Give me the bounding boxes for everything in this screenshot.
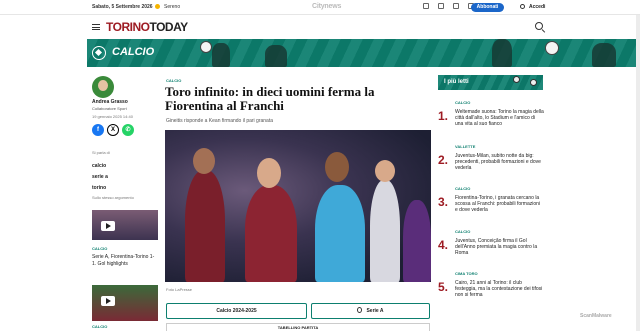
- league-button[interactable]: Serie A: [311, 303, 430, 319]
- player-silhouette: [212, 43, 230, 67]
- player-figure: [185, 170, 225, 282]
- weather-widget[interactable]: Sereno: [155, 4, 180, 10]
- player-silhouette: [592, 43, 616, 67]
- ball-image: [200, 41, 212, 53]
- author-role: Collaboratore Sport: [92, 106, 127, 111]
- rank-number: 1.: [438, 109, 449, 123]
- site-logo[interactable]: TORINOTODAY: [106, 20, 188, 34]
- photo-caption: Foto LaPresse: [166, 287, 193, 292]
- tag-serie-a[interactable]: serie a: [92, 172, 108, 183]
- rank-number: 4.: [438, 238, 449, 252]
- related-thumbnail[interactable]: [92, 285, 158, 321]
- video-play-icon: [101, 296, 115, 306]
- site-header: TORINOTODAY: [0, 15, 640, 39]
- logo-part2: TODAY: [149, 20, 188, 34]
- video-play-icon: [101, 221, 115, 231]
- ball-image: [530, 79, 537, 86]
- player-silhouette: [265, 45, 287, 67]
- player-figure: [370, 180, 400, 282]
- menu-icon[interactable]: [92, 24, 100, 30]
- trophy-icon: [357, 307, 363, 313]
- topics-heading: Si parla di: [92, 150, 110, 155]
- most-read-header: I più letti: [438, 75, 543, 90]
- item-title[interactable]: Fiorentina-Torino, i granata cercano la …: [455, 195, 544, 213]
- item-category: CALCIO: [455, 229, 471, 234]
- player-head: [375, 160, 395, 182]
- item-category: CALCIO: [455, 100, 471, 105]
- whatsapp-icon[interactable]: ✆: [122, 124, 134, 136]
- weather-label: Sereno: [164, 4, 181, 10]
- utility-bar: Sabato, 5 Settembre 2026 Sereno Citynews…: [0, 0, 640, 15]
- scrollbar[interactable]: [636, 15, 640, 331]
- subscribe-button[interactable]: Abbonati: [471, 3, 504, 12]
- author-avatar[interactable]: [92, 76, 114, 98]
- publish-date: 19 gennaio 2025 14:40: [92, 114, 133, 119]
- item-category: CALCIO: [455, 186, 471, 191]
- ball-image: [513, 76, 520, 83]
- ball-image: [545, 41, 559, 55]
- item-title[interactable]: Juventus-Milan, subito notte da big: pre…: [455, 153, 544, 171]
- player-figure: [315, 185, 365, 282]
- section-banner[interactable]: CALCIO: [87, 39, 636, 67]
- item-category: CIMA TORO: [455, 271, 478, 276]
- item-title[interactable]: Weltemade suona: Torino la magia della c…: [455, 109, 544, 127]
- item-title[interactable]: Juventus, Conceição firma il Gol dell'An…: [455, 238, 544, 256]
- search-icon[interactable]: [535, 22, 543, 30]
- current-date: Sabato, 5 Settembre 2026: [92, 4, 153, 10]
- competition-button[interactable]: Calcio 2024-2025: [166, 303, 307, 319]
- player-head: [325, 152, 349, 182]
- logo-part1: TORINO: [106, 20, 150, 34]
- football-icon: [92, 46, 106, 60]
- tag-torino[interactable]: torino: [92, 183, 108, 194]
- player-figure: [403, 200, 431, 282]
- share-buttons: f X ✆: [92, 124, 134, 136]
- author-name[interactable]: Andrea Grasso: [92, 99, 128, 105]
- tablet-icon[interactable]: [438, 3, 444, 9]
- league-label: Serie A: [366, 308, 384, 314]
- watermark: ScanMalware: [580, 313, 612, 319]
- related-heading: Sullo stesso argomento: [92, 195, 134, 200]
- desktop-icon[interactable]: [453, 3, 459, 9]
- tag-calcio[interactable]: calcio: [92, 161, 108, 172]
- rank-number: 2.: [438, 153, 449, 167]
- section-label: CALCIO: [112, 46, 155, 58]
- most-read-title: I più letti: [444, 79, 469, 85]
- player-silhouette: [492, 39, 512, 67]
- mobile-icon[interactable]: [423, 3, 429, 9]
- x-icon[interactable]: X: [107, 124, 119, 136]
- device-icons: [423, 3, 474, 9]
- facebook-icon[interactable]: f: [92, 124, 104, 136]
- article-subtitle: Gineitis risponde a Kean firmando il par…: [166, 118, 274, 124]
- related-item[interactable]: CALCIO: [92, 285, 158, 329]
- item-category: VALLETTE: [455, 144, 476, 149]
- article-title: Toro infinito: in dieci uomini ferma la …: [165, 84, 375, 113]
- player-head: [193, 148, 215, 174]
- related-category: CALCIO: [92, 324, 108, 329]
- related-item[interactable]: CALCIO Serie A, Fiorentina-Torino 1-1. G…: [92, 210, 158, 268]
- topic-tags: calcio serie a torino: [92, 161, 108, 194]
- related-category: CALCIO: [92, 246, 108, 251]
- player-figure: [245, 185, 297, 282]
- login-link[interactable]: Accedi: [520, 4, 545, 10]
- article-photo[interactable]: [165, 130, 431, 282]
- login-label: Accedi: [529, 4, 546, 10]
- sun-icon: [155, 4, 160, 9]
- match-report-header[interactable]: TABELLINO PARTITA: [166, 323, 430, 331]
- related-title[interactable]: Serie A, Fiorentina-Torino 1-1. Gol high…: [92, 254, 158, 268]
- related-thumbnail[interactable]: [92, 210, 158, 240]
- rank-number: 5.: [438, 280, 449, 294]
- article-category[interactable]: CALCIO: [166, 78, 181, 83]
- rank-number: 3.: [438, 195, 449, 209]
- user-icon: [520, 4, 525, 9]
- citynews-logo[interactable]: Citynews: [312, 3, 341, 10]
- player-head: [257, 158, 281, 188]
- item-title[interactable]: Cairo, 21 anni al Torino: il club festeg…: [455, 280, 544, 298]
